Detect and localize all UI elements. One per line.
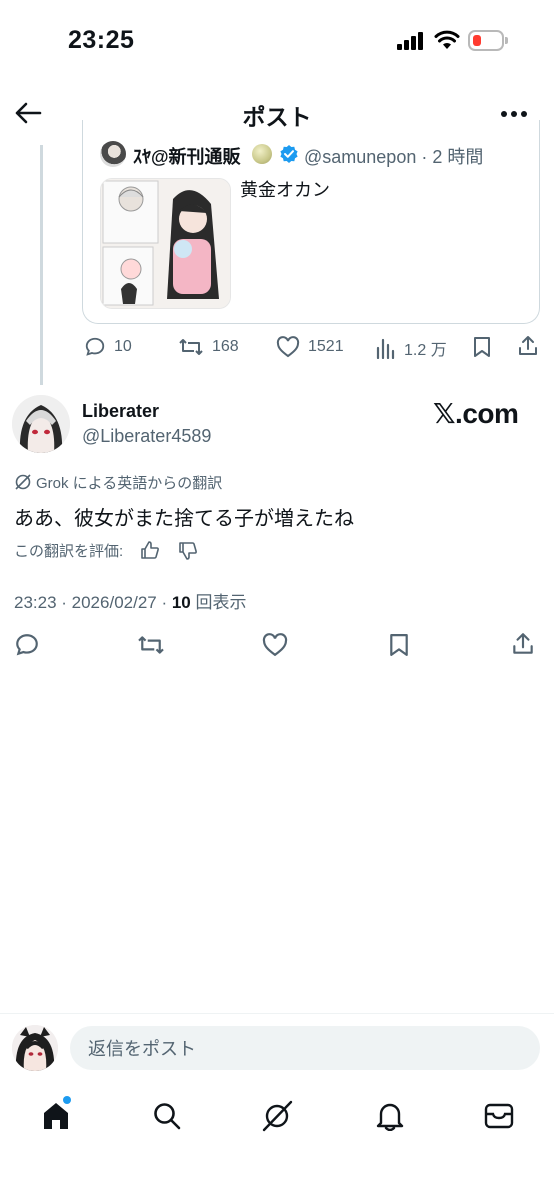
thumbs-down-icon[interactable] — [178, 541, 198, 561]
repost-icon — [178, 336, 204, 358]
like-icon — [276, 336, 300, 358]
thumbs-up-icon[interactable] — [140, 540, 160, 560]
status-time: 23:25 — [68, 26, 135, 54]
quoted-like-count: 1521 — [308, 338, 344, 355]
more-icon[interactable] — [500, 110, 528, 118]
reply-input[interactable]: 返信をポスト — [70, 1026, 540, 1070]
quoted-like-action[interactable]: 1521 — [276, 336, 344, 358]
home-icon[interactable] — [42, 1101, 70, 1131]
grok-icon[interactable] — [260, 1099, 294, 1133]
share-icon[interactable] — [510, 631, 536, 657]
divider — [0, 1013, 554, 1014]
repost-icon[interactable] — [136, 633, 166, 657]
bookmark-icon[interactable] — [472, 336, 492, 358]
reply-icon[interactable] — [14, 632, 40, 658]
views-icon — [376, 337, 396, 359]
home-notification-dot — [63, 1096, 71, 1104]
battery-icon — [468, 30, 504, 51]
post-timestamp: 23:23 · 2026/02/27 · 10 回表示 — [14, 593, 247, 612]
quoted-author-handle: @samunepon · 2 時間 — [304, 147, 484, 167]
reply-avatar[interactable] — [12, 1025, 58, 1071]
quoted-post-text: 黄金オカン — [240, 180, 330, 200]
melon-emoji-icon — [252, 144, 272, 164]
quoted-views-count: 1.2 万 — [404, 342, 447, 359]
reply-icon — [84, 336, 106, 358]
search-icon[interactable] — [152, 1101, 182, 1131]
quoted-avatar[interactable] — [100, 141, 126, 167]
x-watermark: 𝕏.com — [433, 398, 519, 429]
post-text: ああ、彼女がまた捨てる子が増えたね — [14, 508, 354, 530]
translation-label: Grok による英語からの翻訳 — [36, 475, 223, 492]
quoted-author-name[interactable]: ｽﾔ@新刊通販 — [133, 143, 241, 169]
bookmark-icon[interactable] — [388, 632, 410, 658]
reply-placeholder: 返信をポスト — [88, 1039, 196, 1059]
rate-translation-label: この翻訳を評価: — [14, 543, 124, 560]
quoted-repost-action[interactable]: 168 — [178, 336, 239, 358]
grok-icon — [14, 473, 32, 491]
share-icon[interactable] — [516, 334, 540, 358]
quoted-reply-count: 10 — [114, 338, 132, 355]
quoted-reply-action[interactable]: 10 — [84, 336, 132, 358]
notifications-icon[interactable] — [376, 1101, 404, 1131]
like-icon[interactable] — [261, 633, 289, 657]
quoted-repost-count: 168 — [212, 338, 239, 355]
wifi-icon — [434, 30, 460, 50]
verified-badge-icon — [279, 144, 299, 164]
thread-line — [40, 145, 43, 385]
quoted-post-image[interactable] — [100, 178, 231, 309]
messages-icon[interactable] — [484, 1103, 514, 1129]
author-name[interactable]: Liberater — [82, 401, 159, 422]
author-handle[interactable]: @Liberater4589 — [82, 426, 211, 447]
signal-icon — [397, 32, 425, 50]
quoted-views-action[interactable]: 1.2 万 — [376, 336, 447, 360]
avatar[interactable] — [12, 395, 70, 453]
